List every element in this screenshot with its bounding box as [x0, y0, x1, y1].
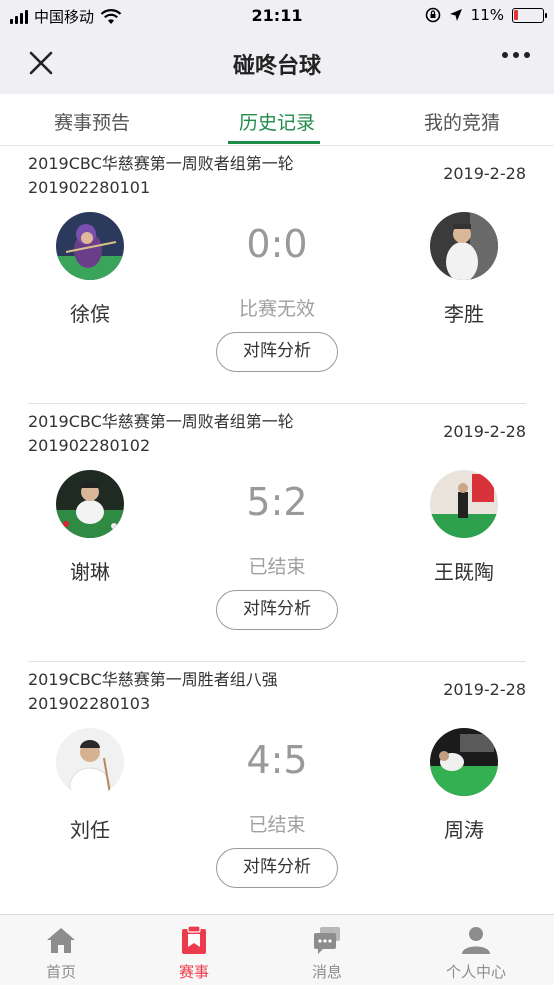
message-icon	[314, 927, 340, 954]
player1-name: 刘任	[70, 818, 110, 842]
tab-history[interactable]: 历史记录	[207, 108, 347, 135]
tab-bar-top: 赛事预告 历史记录 我的竞猜	[0, 94, 554, 146]
player1-avatar[interactable]	[56, 212, 124, 280]
player2-avatar[interactable]	[430, 470, 498, 538]
match-date: 2019-2-28	[443, 164, 526, 183]
nav-bar: 碰咚台球	[0, 32, 554, 94]
tab-active-underline	[228, 141, 320, 144]
profile-icon	[462, 927, 490, 954]
match-list[interactable]: 2019CBC华慈赛第一周败者组第一轮 201902280101 2019-2-…	[0, 146, 554, 914]
match-score: 4:5	[246, 738, 308, 782]
tabbar-label: 个人中心	[445, 963, 506, 981]
player1-name: 谢琳	[70, 560, 110, 584]
tabbar-label: 赛事	[178, 963, 209, 981]
match-score: 5:2	[246, 480, 308, 524]
match-analysis-button[interactable]: 对阵分析	[216, 848, 338, 888]
match-card[interactable]: 2019CBC华慈赛第一周败者组第一轮 201902280102 2019-2-…	[28, 404, 526, 662]
match-card[interactable]: 2019CBC华慈赛第一周败者组第一轮 201902280101 2019-2-…	[28, 146, 526, 404]
status-bar: 中国移动 21:11 11%	[0, 0, 554, 32]
player2-name: 王既陶	[434, 560, 494, 584]
match-date: 2019-2-28	[443, 680, 526, 699]
match-code: 201902280101	[28, 178, 151, 197]
match-card[interactable]: 2019CBC华慈赛第一周胜者组八强 201902280103 2019-2-2…	[28, 662, 526, 914]
match-title: 2019CBC华慈赛第一周败者组第一轮	[28, 412, 294, 431]
rotation-lock-icon	[425, 7, 440, 23]
battery-percent: 11%	[470, 6, 504, 24]
location-icon	[449, 9, 462, 21]
match-analysis-button[interactable]: 对阵分析	[216, 590, 338, 630]
tab-my-guess[interactable]: 我的竞猜	[392, 108, 532, 135]
tabbar-item-home[interactable]: 首页	[0, 915, 130, 985]
battery-icon	[512, 7, 547, 23]
player2-avatar[interactable]	[430, 728, 498, 796]
status-right: 11%	[425, 6, 547, 24]
tabbar-label: 首页	[45, 963, 76, 981]
player2-avatar[interactable]	[430, 212, 498, 280]
tabbar-label: 消息	[311, 963, 342, 981]
match-code: 201902280103	[28, 694, 151, 713]
page-title: 碰咚台球	[232, 54, 321, 79]
more-icon[interactable]	[502, 52, 530, 58]
bottom-tab-bar: 首页 赛事 消息 个人中心	[0, 914, 554, 985]
events-icon	[182, 925, 206, 954]
match-title: 2019CBC华慈赛第一周胜者组八强	[28, 670, 278, 689]
player1-avatar[interactable]	[56, 728, 124, 796]
match-code: 201902280102	[28, 436, 151, 455]
match-status: 已结束	[248, 814, 306, 836]
tab-preview[interactable]: 赛事预告	[22, 108, 162, 135]
match-date: 2019-2-28	[443, 422, 526, 441]
match-title: 2019CBC华慈赛第一周败者组第一轮	[28, 154, 294, 173]
player2-name: 周涛	[444, 818, 484, 842]
match-score: 0:0	[246, 222, 308, 266]
match-status: 已结束	[248, 556, 306, 578]
match-analysis-button[interactable]: 对阵分析	[216, 332, 338, 372]
player1-name: 徐傧	[70, 302, 110, 326]
player1-avatar[interactable]	[56, 470, 124, 538]
player2-name: 李胜	[444, 302, 484, 326]
tabbar-item-profile[interactable]: 个人中心	[407, 915, 545, 985]
tabbar-item-messages[interactable]: 消息	[258, 915, 396, 985]
tabbar-item-events[interactable]: 赛事	[125, 915, 263, 985]
home-icon	[47, 928, 75, 953]
match-status: 比赛无效	[238, 298, 315, 320]
